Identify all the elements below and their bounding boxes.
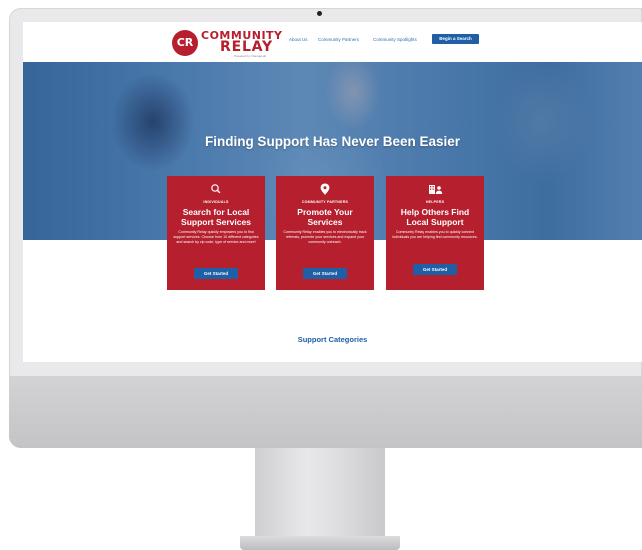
card-eyebrow: COMMUNITY PARTNERS <box>301 200 349 204</box>
imac-foot <box>240 536 400 550</box>
location-pin-icon <box>276 182 374 196</box>
logo-word-relay: RELAY <box>220 39 273 55</box>
hero-title: Finding Support Has Never Been Easier <box>204 134 461 149</box>
logo-mark-icon: CR <box>172 30 198 56</box>
card-eyebrow: INDIVIDUALS <box>203 200 229 204</box>
camera-dot <box>317 11 322 16</box>
card-title: Promote Your Services <box>297 207 353 227</box>
card-helpers: HELPERS Help Others Find Local Support C… <box>386 176 484 290</box>
screen: CR COMMUNITY RELAY Powered by ChangeLab … <box>23 22 642 362</box>
nav-community-partners[interactable]: Community Partners <box>318 37 359 42</box>
card-title: Search for Local Support Services <box>181 207 251 227</box>
helpers-icon <box>386 182 484 196</box>
imac-chin <box>9 376 642 448</box>
search-icon <box>167 182 265 196</box>
card-eyebrow: HELPERS <box>425 200 445 204</box>
get-started-button[interactable]: Get Started <box>413 264 457 275</box>
card-individuals: INDIVIDUALS Search for Local Support Ser… <box>167 176 265 290</box>
card-community-partners: COMMUNITY PARTNERS Promote Your Services… <box>276 176 374 290</box>
get-started-button[interactable]: Get Started <box>194 268 238 279</box>
begin-search-button[interactable]: Begin a Search <box>432 34 479 44</box>
card-description: Community Relay quickly empowers you to … <box>173 230 259 244</box>
imac-stand <box>255 448 385 540</box>
site-logo[interactable]: CR COMMUNITY RELAY Powered by ChangeLab <box>172 28 292 58</box>
card-description: Community Relay enables you to electroni… <box>283 230 367 244</box>
nav-community-spotlights[interactable]: Community Spotlights <box>373 37 417 42</box>
site-header: CR COMMUNITY RELAY Powered by ChangeLab … <box>23 22 642 62</box>
logo-mark-text: CR <box>176 36 194 49</box>
get-started-button[interactable]: Get Started <box>303 268 347 279</box>
support-categories-heading: Support Categories <box>297 335 368 344</box>
card-description: Community Relay enables you to quickly c… <box>392 230 478 239</box>
nav-about-us[interactable]: About Us <box>289 37 308 42</box>
card-title: Help Others Find Local Support <box>400 207 470 227</box>
logo-tagline: Powered by ChangeLab <box>234 54 267 58</box>
